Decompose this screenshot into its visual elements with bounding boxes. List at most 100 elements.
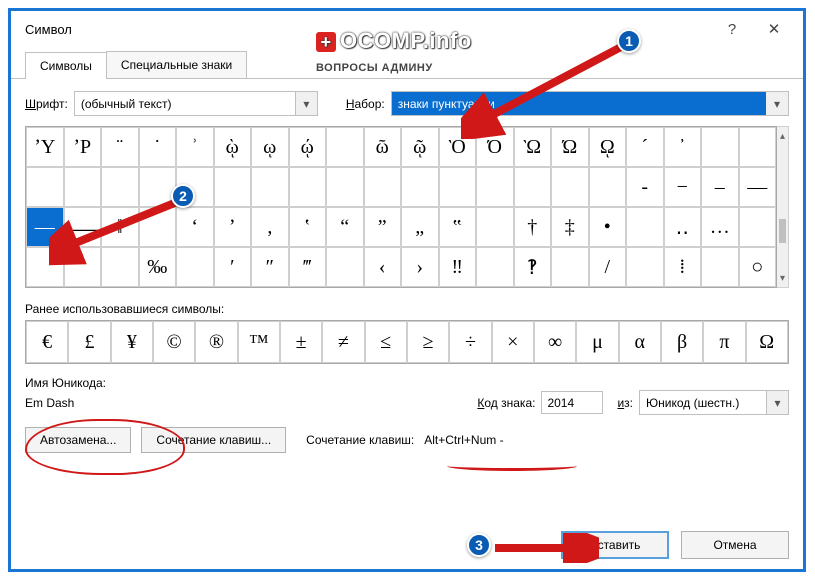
char-cell[interactable]: [589, 167, 627, 207]
recent-cell[interactable]: ™: [238, 321, 280, 363]
font-select[interactable]: (обычный текст) ▾: [74, 91, 318, 116]
char-cell[interactable]: [739, 127, 777, 167]
char-cell[interactable]: ῳ: [251, 127, 289, 167]
recent-cell[interactable]: μ: [576, 321, 618, 363]
char-cell[interactable]: Ὼ: [514, 127, 552, 167]
recent-cell[interactable]: €: [26, 321, 68, 363]
char-cell[interactable]: ○: [739, 247, 777, 287]
char-cell[interactable]: [551, 167, 589, 207]
char-cell[interactable]: ⸺: [64, 207, 102, 247]
char-cell[interactable]: ‼: [439, 247, 477, 287]
char-cell[interactable]: ″: [251, 247, 289, 287]
scroll-up-icon[interactable]: ▴: [777, 127, 788, 145]
char-cell[interactable]: [476, 167, 514, 207]
char-cell[interactable]: [626, 247, 664, 287]
char-cell[interactable]: [326, 127, 364, 167]
char-cell[interactable]: ―: [26, 207, 64, 247]
char-cell[interactable]: [739, 207, 777, 247]
recent-cell[interactable]: ≥: [407, 321, 449, 363]
char-cell[interactable]: [101, 167, 139, 207]
char-cell[interactable]: ῲ: [214, 127, 252, 167]
char-cell[interactable]: [64, 247, 102, 287]
char-cell[interactable]: [626, 207, 664, 247]
char-cell[interactable]: ʾ: [176, 127, 214, 167]
char-cell[interactable]: ⁞: [664, 247, 702, 287]
char-cell[interactable]: [439, 167, 477, 207]
char-cell[interactable]: [251, 167, 289, 207]
char-cell[interactable]: ‴: [289, 247, 327, 287]
recent-cell[interactable]: π: [703, 321, 745, 363]
char-cell[interactable]: [364, 167, 402, 207]
autocorrect-button[interactable]: Автозамена...: [25, 427, 131, 453]
char-cell[interactable]: ‟: [439, 207, 477, 247]
recent-cell[interactable]: ≠: [322, 321, 364, 363]
char-cell[interactable]: —: [739, 167, 777, 207]
code-input[interactable]: 2014: [541, 391, 603, 414]
char-cell[interactable]: ‖: [101, 207, 139, 247]
recent-cell[interactable]: ÷: [449, 321, 491, 363]
char-cell[interactable]: ʽ: [289, 207, 327, 247]
help-button[interactable]: ?: [711, 14, 753, 44]
char-cell[interactable]: [214, 167, 252, 207]
char-cell[interactable]: ʼ: [214, 207, 252, 247]
recent-cell[interactable]: ±: [280, 321, 322, 363]
char-cell[interactable]: −: [664, 167, 702, 207]
char-cell[interactable]: [401, 167, 439, 207]
char-cell[interactable]: [326, 167, 364, 207]
char-cell[interactable]: ˙: [139, 127, 177, 167]
char-cell[interactable]: ʻ: [176, 207, 214, 247]
char-cell[interactable]: [101, 247, 139, 287]
char-cell[interactable]: ῼ: [589, 127, 627, 167]
scrollbar[interactable]: ▴ ▾: [777, 126, 789, 288]
char-cell[interactable]: ῶ: [364, 127, 402, 167]
recent-cell[interactable]: ≤: [365, 321, 407, 363]
recent-cell[interactable]: ×: [492, 321, 534, 363]
char-cell[interactable]: Ὸ: [439, 127, 477, 167]
set-select[interactable]: знаки пунктуации ▾: [391, 91, 789, 116]
char-cell[interactable]: ‰: [139, 247, 177, 287]
char-cell[interactable]: ′: [214, 247, 252, 287]
recent-cell[interactable]: ©: [153, 321, 195, 363]
shortcut-button[interactable]: Сочетание клавиш...: [141, 427, 286, 453]
insert-button[interactable]: Вставить: [561, 531, 669, 559]
char-cell[interactable]: •: [589, 207, 627, 247]
char-cell[interactable]: ʼY: [26, 127, 64, 167]
char-cell[interactable]: ›: [401, 247, 439, 287]
char-cell[interactable]: [26, 247, 64, 287]
char-cell[interactable]: [139, 167, 177, 207]
char-cell[interactable]: ´: [626, 127, 664, 167]
char-cell[interactable]: [551, 247, 589, 287]
scroll-down-icon[interactable]: ▾: [777, 269, 788, 287]
char-cell[interactable]: ʼP: [64, 127, 102, 167]
char-cell[interactable]: [64, 167, 102, 207]
scroll-thumb[interactable]: [779, 219, 786, 243]
char-cell[interactable]: ‹: [364, 247, 402, 287]
char-cell[interactable]: „: [401, 207, 439, 247]
char-cell[interactable]: ‚: [251, 207, 289, 247]
char-cell[interactable]: †: [514, 207, 552, 247]
char-cell[interactable]: ¨: [101, 127, 139, 167]
char-cell[interactable]: ”: [364, 207, 402, 247]
tab-symbols[interactable]: Символы: [25, 52, 107, 79]
recent-cell[interactable]: Ω: [746, 321, 788, 363]
recent-cell[interactable]: ∞: [534, 321, 576, 363]
cancel-button[interactable]: Отмена: [681, 531, 789, 559]
char-cell[interactable]: ‥: [664, 207, 702, 247]
recent-cell[interactable]: α: [619, 321, 661, 363]
char-cell[interactable]: ‽: [514, 247, 552, 287]
recent-cell[interactable]: ®: [195, 321, 237, 363]
char-cell[interactable]: [476, 247, 514, 287]
char-cell[interactable]: ‡: [551, 207, 589, 247]
char-cell[interactable]: [701, 247, 739, 287]
char-cell[interactable]: [701, 127, 739, 167]
char-cell[interactable]: –: [701, 167, 739, 207]
char-cell[interactable]: [176, 247, 214, 287]
char-cell[interactable]: [476, 207, 514, 247]
recent-cell[interactable]: ¥: [111, 321, 153, 363]
char-cell[interactable]: ᾿: [664, 127, 702, 167]
char-cell[interactable]: [326, 247, 364, 287]
char-cell[interactable]: ῷ: [401, 127, 439, 167]
char-cell[interactable]: [514, 167, 552, 207]
char-cell[interactable]: [289, 167, 327, 207]
from-select[interactable]: Юникод (шестн.) ▾: [639, 390, 789, 415]
